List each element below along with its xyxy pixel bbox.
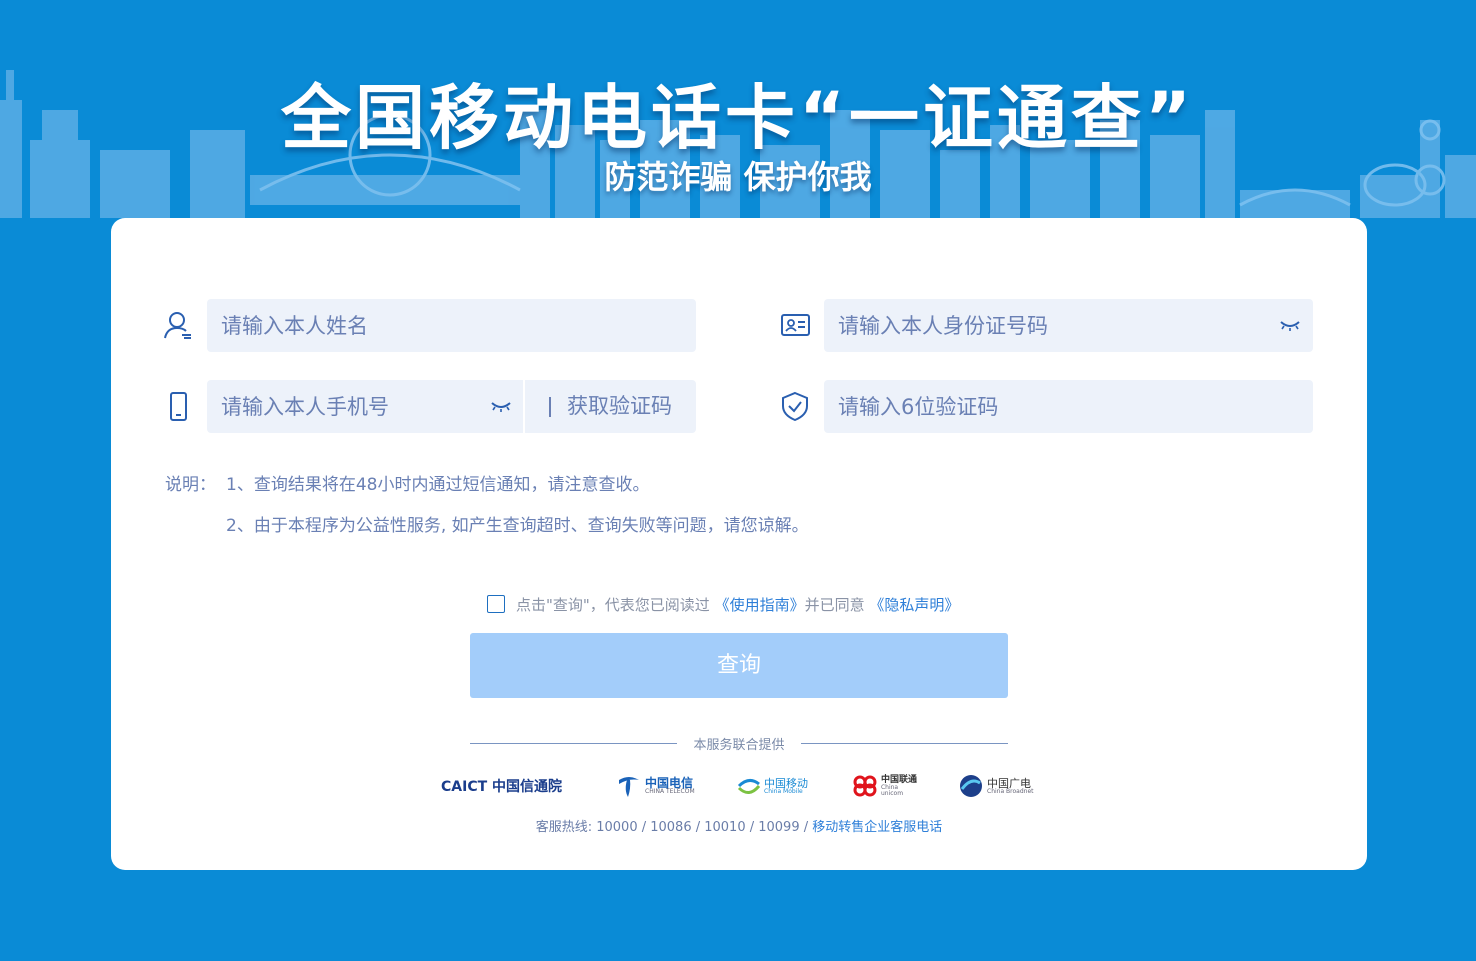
privacy-statement-link[interactable]: 《隐私声明》 — [869, 596, 959, 614]
user-icon — [164, 312, 191, 339]
china-broadnet-icon — [960, 775, 982, 797]
id-card-icon — [781, 314, 810, 336]
agreement-checkbox[interactable] — [487, 595, 505, 613]
china-unicom-icon — [853, 775, 877, 797]
notes-label: 说明： — [165, 475, 216, 495]
verification-code-field — [824, 380, 1313, 433]
mobile-phone-icon — [170, 392, 187, 421]
divider-line-right — [801, 743, 1008, 744]
id-number-input[interactable] — [824, 299, 1313, 352]
agreement-prefix: 点击"查询"，代表您已阅读过 — [516, 596, 710, 614]
hotline-text: 客服热线: 10000 / 10086 / 10010 / 10099 / — [535, 820, 809, 835]
get-code-label: 获取验证码 — [567, 394, 672, 418]
phone-input[interactable] — [207, 380, 523, 433]
phone-field — [207, 380, 523, 433]
name-input[interactable] — [207, 299, 696, 352]
id-number-field — [824, 299, 1313, 352]
mvno-service-link[interactable]: 移动转售企业客服电话 — [812, 820, 942, 835]
note-item: 1、查询结果将在48小时内通过短信通知，请注意查收。 — [226, 475, 650, 495]
agreement-middle: 并已同意 — [804, 596, 865, 614]
eye-closed-icon[interactable] — [490, 397, 512, 415]
query-form-card: 获取验证码 说明： 1、查询结果将在48小时内通过短信通知，请注意查收。 2、由… — [111, 218, 1367, 870]
divider-line-left — [470, 743, 677, 744]
china-mobile-icon — [737, 779, 761, 794]
hotline: 客服热线: 10000 / 10086 / 10010 / 10099 / 移动… — [111, 816, 1367, 835]
note-item: 2、由于本程序为公益性服务, 如产生查询超时、查询失败等问题，请您谅解。 — [226, 516, 809, 536]
providers-title: 本服务联合提供 — [693, 738, 785, 753]
banner: 全国移动电话卡“一证通查” 防范诈骗 保护你我 — [0, 0, 1476, 218]
china-unicom-logo: 中国联通 China unicom — [852, 770, 922, 802]
china-broadnet-logo: 中国广电 China Broadnet — [958, 770, 1038, 802]
user-guide-link[interactable]: 《使用指南》 — [715, 596, 805, 614]
query-button[interactable]: 查询 — [470, 633, 1008, 698]
agreement-text: 点击"查询"，代表您已阅读过 《使用指南》并已同意 《隐私声明》 — [516, 594, 959, 615]
name-field — [207, 299, 696, 352]
china-mobile-logo: 中国移动 China Mobile — [737, 770, 817, 802]
verification-code-input[interactable] — [824, 380, 1313, 433]
get-code-button[interactable]: 获取验证码 — [525, 380, 696, 433]
china-telecom-logo: 中国电信 CHINA TELECOM — [616, 770, 706, 802]
banner-title: 全国移动电话卡“一证通查” — [280, 77, 1195, 159]
caict-logo: CAICT 中国信通院 — [441, 779, 563, 795]
china-telecom-icon — [619, 777, 639, 797]
banner-subtitle: 防范诈骗 保护你我 — [604, 158, 872, 196]
divider — [549, 397, 551, 417]
shield-check-icon — [782, 391, 808, 421]
eye-closed-icon[interactable] — [1279, 316, 1301, 334]
